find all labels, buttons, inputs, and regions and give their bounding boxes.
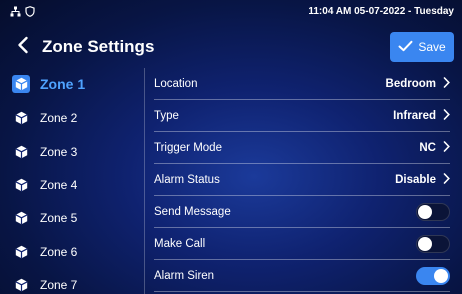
toggle-knob <box>434 268 448 283</box>
type-row[interactable]: Type Infrared <box>154 100 450 132</box>
send-message-row: Send Message <box>154 196 450 228</box>
sidebar-item-zone-4[interactable]: Zone 4 <box>12 168 140 202</box>
chevron-left-icon <box>17 36 29 59</box>
alarm-siren-label: Alarm Siren <box>154 269 215 282</box>
sidebar-item-zone-6[interactable]: Zone 6 <box>12 235 140 269</box>
cube-icon <box>12 143 30 161</box>
save-label: Save <box>418 40 446 54</box>
alarm-status-value: Disable <box>395 173 436 186</box>
header: Zone Settings Save <box>0 28 462 64</box>
cube-icon <box>12 109 30 127</box>
sidebar-item-label: Zone 1 <box>40 76 86 92</box>
save-button[interactable]: Save <box>390 32 454 62</box>
sidebar-divider <box>144 68 145 294</box>
chevron-right-icon <box>443 172 450 187</box>
sidebar-item-zone-3[interactable]: Zone 3 <box>12 135 140 169</box>
sidebar-item-label: Zone 5 <box>40 211 78 225</box>
status-icons <box>10 5 35 17</box>
make-call-label: Make Call <box>154 237 206 250</box>
sidebar-item-label: Zone 7 <box>40 278 78 292</box>
send-message-toggle[interactable] <box>416 202 450 221</box>
status-bar: 11:04 AM 05-07-2022 - Tuesday <box>0 0 462 22</box>
toggle-knob <box>418 236 432 251</box>
make-call-toggle[interactable] <box>416 234 450 253</box>
chevron-right-icon <box>443 108 450 123</box>
sidebar-item-label: Zone 4 <box>40 178 78 192</box>
trigger-mode-label: Trigger Mode <box>154 141 222 154</box>
cube-icon <box>12 176 30 194</box>
location-value: Bedroom <box>385 77 436 90</box>
sidebar-item-label: Zone 6 <box>40 245 78 259</box>
alarm-siren-row: Alarm Siren <box>154 260 450 292</box>
alarm-status-row[interactable]: Alarm Status Disable <box>154 164 450 196</box>
back-button[interactable] <box>12 34 34 60</box>
trigger-mode-value: NC <box>419 141 436 154</box>
type-label: Type <box>154 109 179 122</box>
type-value: Infrared <box>393 109 436 122</box>
alarm-status-label: Alarm Status <box>154 173 220 186</box>
toggle-knob <box>418 204 432 219</box>
sidebar-item-zone-5[interactable]: Zone 5 <box>12 201 140 235</box>
cube-icon <box>12 243 30 261</box>
sidebar-item-zone-1[interactable]: Zone 1 <box>12 67 140 101</box>
location-row[interactable]: Location Bedroom <box>154 68 450 100</box>
cube-icon <box>12 75 30 93</box>
sidebar-item-zone-7[interactable]: Zone 7 <box>12 268 140 294</box>
alarm-siren-toggle[interactable] <box>416 266 450 285</box>
zone-list: Zone 1 Zone 2 Zone 3 Zone 4 Zone 5 Zone … <box>0 70 140 294</box>
check-icon <box>398 40 413 55</box>
cube-icon <box>12 209 30 227</box>
cube-icon <box>12 276 30 294</box>
send-message-label: Send Message <box>154 205 231 218</box>
shield-icon <box>25 5 35 17</box>
network-icon <box>10 6 21 17</box>
location-label: Location <box>154 77 198 90</box>
chevron-right-icon <box>443 140 450 155</box>
chevron-right-icon <box>443 76 450 91</box>
page-title: Zone Settings <box>42 37 155 56</box>
sidebar-item-label: Zone 3 <box>40 145 78 159</box>
make-call-row: Make Call <box>154 228 450 260</box>
status-datetime: 11:04 AM 05-07-2022 - Tuesday <box>308 5 454 17</box>
sidebar-item-label: Zone 2 <box>40 111 78 125</box>
trigger-mode-row[interactable]: Trigger Mode NC <box>154 132 450 164</box>
sidebar-item-zone-2[interactable]: Zone 2 <box>12 101 140 135</box>
